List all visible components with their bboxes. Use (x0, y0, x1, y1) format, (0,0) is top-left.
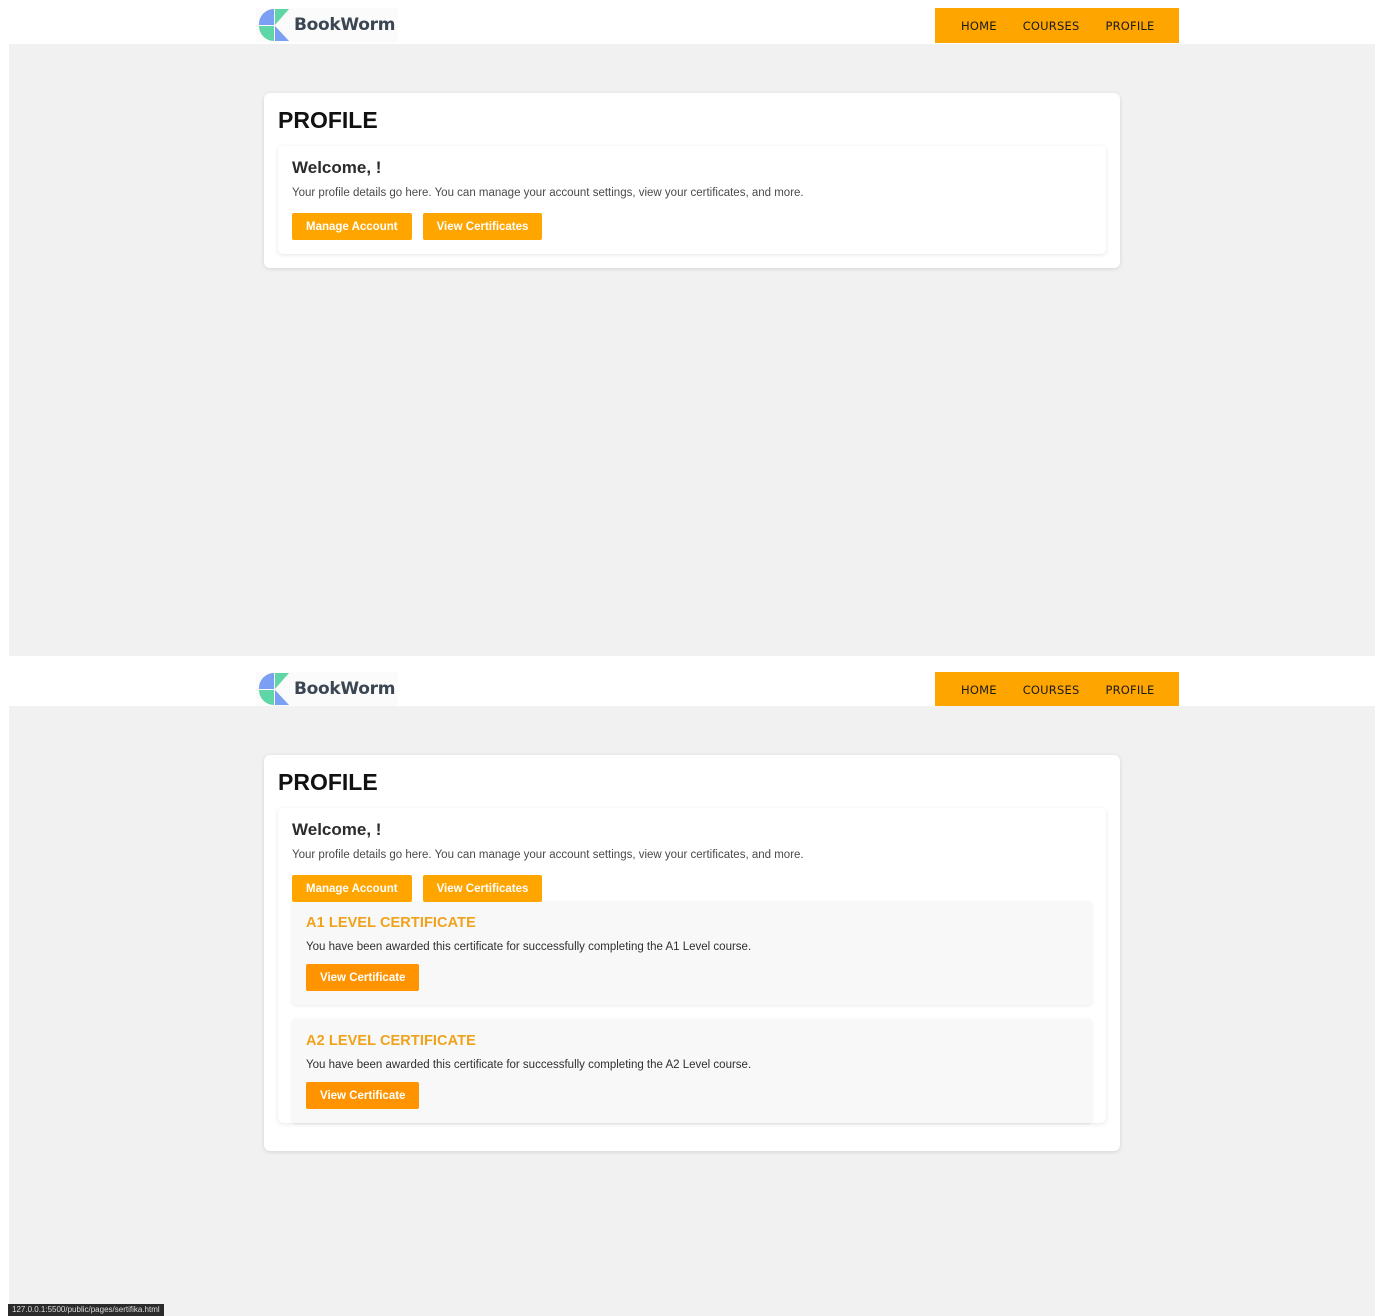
brand-logo[interactable]: BookWorm (256, 8, 398, 42)
view-certificates-button[interactable]: View Certificates (422, 875, 543, 902)
brand-name: BookWorm (294, 15, 396, 35)
profile-panel: PROFILE Welcome, ! Your profile details … (264, 755, 1120, 1151)
main-nav: HOME COURSES PROFILE (935, 672, 1179, 707)
nav-courses[interactable]: COURSES (1023, 19, 1080, 33)
nav-profile[interactable]: PROFILE (1105, 683, 1154, 697)
page-title: PROFILE (278, 107, 378, 133)
profile-actions: Manage Account View Certificates (292, 875, 1092, 902)
manage-account-button[interactable]: Manage Account (292, 875, 412, 902)
profile-description: Your profile details go here. You can ma… (292, 849, 804, 861)
certificate-list: A1 LEVEL CERTIFICATE You have been award… (292, 901, 1092, 1123)
brand-name: BookWorm (294, 679, 396, 699)
screen-profile-collapsed: BookWorm HOME COURSES PROFILE PROFILE We… (0, 0, 1380, 656)
welcome-card: Welcome, ! Your profile details go here.… (278, 808, 1106, 1123)
profile-panel: PROFILE Welcome, ! Your profile details … (264, 93, 1120, 268)
page-content: PROFILE Welcome, ! Your profile details … (9, 706, 1375, 1316)
brand-logo[interactable]: BookWorm (256, 672, 398, 706)
main-nav: HOME COURSES PROFILE (935, 8, 1179, 43)
page-content: PROFILE Welcome, ! Your profile details … (9, 44, 1375, 656)
certificate-title: A1 LEVEL CERTIFICATE (306, 915, 476, 931)
nav-profile[interactable]: PROFILE (1105, 19, 1154, 33)
certificate-card-a1: A1 LEVEL CERTIFICATE You have been award… (292, 901, 1092, 1005)
welcome-heading: Welcome, ! (292, 158, 382, 177)
certificate-description: You have been awarded this certificate f… (306, 1059, 752, 1071)
nav-home[interactable]: HOME (961, 683, 997, 697)
welcome-heading: Welcome, ! (292, 820, 382, 839)
link-status-bar: 127.0.0.1:5500/public/pages/sertifika.ht… (8, 1304, 164, 1316)
page-title: PROFILE (278, 769, 378, 795)
view-certificate-button[interactable]: View Certificate (306, 964, 420, 991)
site-header: BookWorm HOME COURSES PROFILE (0, 664, 1380, 707)
nav-home[interactable]: HOME (961, 19, 997, 33)
profile-actions: Manage Account View Certificates (292, 213, 1092, 240)
nav-courses[interactable]: COURSES (1023, 683, 1080, 697)
welcome-card: Welcome, ! Your profile details go here.… (278, 146, 1106, 254)
bookworm-logo-icon (258, 8, 289, 41)
certificate-title: A2 LEVEL CERTIFICATE (306, 1033, 476, 1049)
screen-profile-expanded: BookWorm HOME COURSES PROFILE PROFILE We… (0, 664, 1380, 1316)
site-header: BookWorm HOME COURSES PROFILE (0, 0, 1380, 44)
certificate-card-a2: A2 LEVEL CERTIFICATE You have been award… (292, 1019, 1092, 1123)
profile-description: Your profile details go here. You can ma… (292, 187, 804, 199)
certificate-description: You have been awarded this certificate f… (306, 941, 752, 953)
bookworm-logo-icon (258, 672, 289, 705)
view-certificate-button[interactable]: View Certificate (306, 1082, 420, 1109)
manage-account-button[interactable]: Manage Account (292, 213, 412, 240)
view-certificates-button[interactable]: View Certificates (422, 213, 543, 240)
